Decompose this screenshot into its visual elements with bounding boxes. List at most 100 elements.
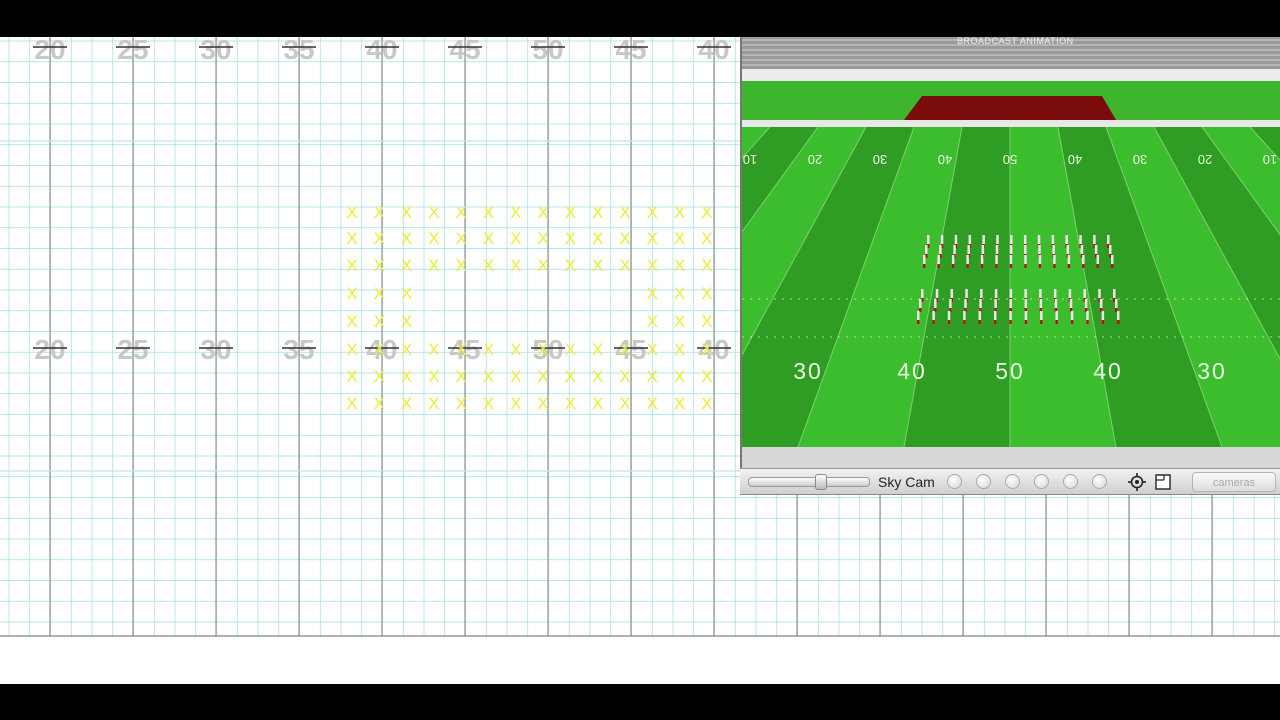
performer-marker: X bbox=[483, 340, 494, 359]
performer-marker: X bbox=[565, 203, 576, 222]
performer-marker: X bbox=[592, 229, 603, 248]
lower-field-number-4: 30 bbox=[1197, 358, 1227, 384]
performer-marker: X bbox=[701, 312, 712, 331]
performer-marker: X bbox=[537, 340, 548, 359]
mid-yard-number-1: 25 bbox=[117, 334, 148, 365]
performer-marker: X bbox=[401, 284, 412, 303]
performer-marker: X bbox=[619, 229, 630, 248]
band-member-uniform bbox=[1070, 320, 1074, 324]
zoom-slider-thumb[interactable] bbox=[815, 474, 827, 490]
performer-marker: X bbox=[510, 394, 521, 413]
top-yard-number-1: 25 bbox=[117, 37, 148, 65]
frame-icon[interactable] bbox=[1154, 473, 1172, 491]
mid-yard-number-2: 30 bbox=[200, 334, 231, 365]
performer-marker: X bbox=[647, 367, 658, 386]
cameras-button[interactable]: cameras bbox=[1192, 472, 1276, 492]
3d-field-viewer[interactable]: 10 20 30 40 50 40 30 20 10 30 40 50 40 30 BROADCAST A… bbox=[740, 37, 1280, 495]
performer-marker: X bbox=[674, 229, 685, 248]
sideline-boundary bbox=[742, 120, 1280, 127]
lower-field-number-0: 30 bbox=[793, 358, 823, 384]
performer-marker: X bbox=[565, 229, 576, 248]
performer-marker: X bbox=[374, 256, 385, 275]
performer-marker: X bbox=[401, 367, 412, 386]
band-member-uniform bbox=[1117, 320, 1120, 324]
performer-marker: X bbox=[619, 256, 630, 275]
band-member-uniform bbox=[1053, 264, 1056, 268]
upper-field-number-1: 20 bbox=[808, 152, 822, 167]
performer-marker: X bbox=[647, 312, 658, 331]
performer-marker: X bbox=[401, 203, 412, 222]
camera-preset-2[interactable] bbox=[976, 474, 991, 489]
camera-preset-6[interactable] bbox=[1092, 474, 1107, 489]
upper-field-number-0: 10 bbox=[743, 152, 757, 167]
performer-marker: X bbox=[701, 256, 712, 275]
performer-marker: X bbox=[701, 340, 712, 359]
performer-marker: X bbox=[647, 229, 658, 248]
performer-marker: X bbox=[483, 229, 494, 248]
performer-marker: X bbox=[674, 394, 685, 413]
performer-marker: X bbox=[674, 203, 685, 222]
lower-field-number-1: 40 bbox=[897, 358, 927, 384]
zoom-slider[interactable] bbox=[748, 474, 870, 490]
upper-field-number-2: 30 bbox=[873, 152, 887, 167]
performer-marker: X bbox=[456, 256, 467, 275]
band-member-uniform bbox=[995, 264, 998, 268]
performer-marker: X bbox=[592, 394, 603, 413]
band-member-uniform bbox=[1040, 320, 1043, 324]
camera-preset-4[interactable] bbox=[1034, 474, 1049, 489]
band-member-uniform bbox=[1024, 264, 1027, 268]
band-member-uniform bbox=[966, 264, 969, 268]
performer-marker: X bbox=[428, 367, 439, 386]
performer-marker: X bbox=[701, 284, 712, 303]
field-3d-canvas[interactable]: 10 20 30 40 50 40 30 20 10 30 40 50 40 30 bbox=[742, 37, 1280, 495]
performer-marker: X bbox=[592, 203, 603, 222]
band-member-uniform bbox=[932, 320, 935, 324]
bottom-letterbox bbox=[0, 684, 1280, 720]
band-member-uniform bbox=[978, 320, 982, 324]
top-yard-number-6: 50 bbox=[532, 37, 563, 65]
upper-field-number-4: 50 bbox=[1003, 152, 1017, 167]
performer-marker: X bbox=[483, 203, 494, 222]
lower-field-number-3: 40 bbox=[1093, 358, 1123, 384]
performer-marker: X bbox=[346, 340, 357, 359]
top-yard-number-4: 40 bbox=[366, 37, 397, 65]
team-bench-area bbox=[904, 96, 1116, 120]
band-member-uniform bbox=[1111, 264, 1114, 268]
camera-label: Sky Cam bbox=[878, 474, 935, 490]
performer-marker: X bbox=[674, 340, 685, 359]
performer-marker: X bbox=[647, 284, 658, 303]
performer-marker: X bbox=[401, 312, 412, 331]
performer-marker: X bbox=[456, 203, 467, 222]
top-yard-number-7: 45 bbox=[615, 37, 646, 65]
band-member-uniform bbox=[1086, 320, 1089, 324]
upper-field-number-3: 40 bbox=[938, 152, 952, 167]
performer-marker: X bbox=[647, 203, 658, 222]
upper-field-number-7: 20 bbox=[1198, 152, 1212, 167]
band-member-uniform bbox=[1038, 264, 1042, 268]
performer-marker: X bbox=[510, 256, 521, 275]
performer-marker: X bbox=[428, 340, 439, 359]
performer-marker: X bbox=[374, 394, 385, 413]
band-member-uniform bbox=[923, 264, 926, 268]
performer-marker: X bbox=[483, 367, 494, 386]
target-icon[interactable] bbox=[1128, 473, 1146, 491]
performer-marker: X bbox=[428, 256, 439, 275]
performer-marker: X bbox=[510, 340, 521, 359]
top-yard-number-2: 30 bbox=[200, 37, 231, 65]
stadium-wall bbox=[742, 69, 1280, 81]
performer-marker: X bbox=[701, 367, 712, 386]
performer-marker: X bbox=[565, 394, 576, 413]
performer-marker: X bbox=[647, 340, 658, 359]
performer-marker: X bbox=[374, 203, 385, 222]
performer-marker: X bbox=[401, 340, 412, 359]
performer-marker: X bbox=[565, 256, 576, 275]
performer-marker: X bbox=[456, 340, 467, 359]
camera-toolbar: Sky Cam cameras bbox=[740, 468, 1280, 495]
performer-marker: X bbox=[374, 340, 385, 359]
performer-marker: X bbox=[619, 394, 630, 413]
upper-field-number-6: 30 bbox=[1133, 152, 1147, 167]
performer-marker: X bbox=[537, 394, 548, 413]
camera-preset-1[interactable] bbox=[947, 474, 962, 489]
camera-preset-3[interactable] bbox=[1005, 474, 1020, 489]
camera-preset-5[interactable] bbox=[1063, 474, 1078, 489]
